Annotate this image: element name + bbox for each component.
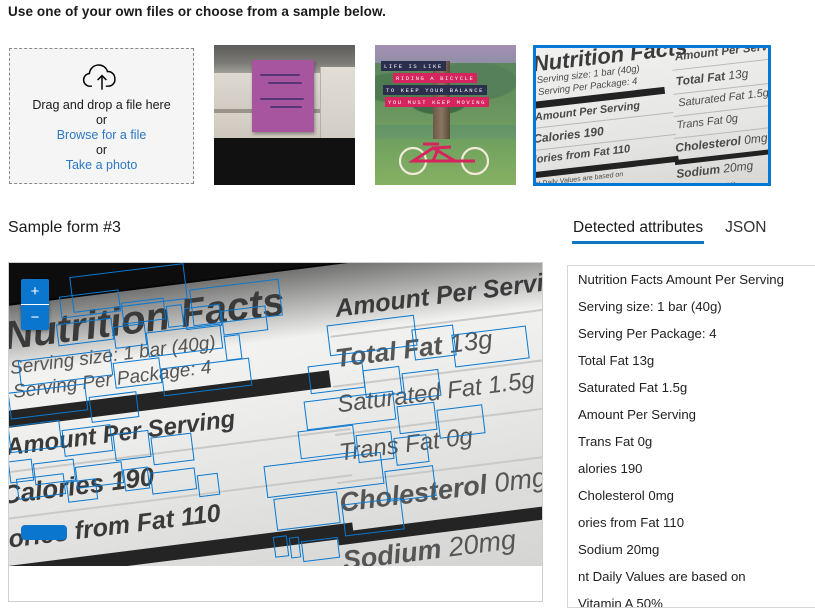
viewer-horizontal-scrollbar[interactable]	[21, 525, 67, 540]
list-item: Sodium 20mg	[578, 542, 660, 557]
list-item: Nutrition Facts Amount Per Serving	[578, 272, 784, 287]
detected-attributes-panel[interactable]: Nutrition Facts Amount Per Serving Servi…	[567, 265, 815, 608]
page-intro-text: Use one of your own files or choose from…	[8, 4, 386, 19]
zoom-out-button[interactable]: −	[21, 304, 49, 330]
tab-detected-attributes[interactable]: Detected attributes	[571, 219, 705, 244]
list-item: ories from Fat 110	[578, 515, 685, 530]
sample-thumbnail-bicycle-quote[interactable]: LIFE IS LIKE RIDING A BICYCLE TO KEEP YO…	[375, 45, 516, 185]
cloud-upload-icon	[81, 62, 123, 92]
bicycle-graphic	[398, 142, 490, 175]
dropzone-or-1: or	[95, 112, 108, 127]
list-item: Saturated Fat 1.5g	[578, 380, 688, 395]
app-root: Use one of your own files or choose from…	[0, 0, 815, 608]
sticky-note-graphic	[252, 60, 314, 132]
list-item: Trans Fat 0g	[578, 434, 653, 449]
take-a-photo-link[interactable]: Take a photo	[66, 158, 138, 173]
poster-line-3: TO KEEP YOUR BALANCE	[383, 85, 488, 95]
list-item: Serving size: 1 bar (40g)	[578, 299, 722, 314]
list-item: nt Daily Values are based on	[578, 569, 746, 584]
list-item: Amount Per Serving	[578, 407, 697, 422]
poster-line-2: RIDING A BICYCLE	[393, 73, 478, 83]
sample-thumbnail-sticky-note[interactable]	[214, 45, 355, 185]
sample-selection-row: Drag and drop a file here or Browse for …	[0, 45, 815, 186]
zoom-controls[interactable]: + −	[21, 279, 49, 330]
dropzone-primary-label: Drag and drop a file here	[32, 97, 171, 112]
list-item: Total Fat 13g	[578, 353, 655, 368]
list-item: Vitamin A 50%	[578, 596, 663, 608]
attributes-list: Nutrition Facts Amount Per Serving Servi…	[568, 266, 815, 608]
zoom-in-button[interactable]: +	[21, 279, 49, 304]
dropzone-or-2: or	[95, 142, 108, 157]
sample-thumbnail-nutrition-label[interactable]: Nutrition Facts Serving size: 1 bar (40g…	[533, 45, 771, 186]
tab-json[interactable]: JSON	[725, 219, 766, 244]
browse-for-file-link[interactable]: Browse for a file	[57, 128, 147, 143]
file-dropzone[interactable]: Drag and drop a file here or Browse for …	[9, 48, 194, 184]
poster-line-4: YOU MUST KEEP MOVING	[385, 97, 490, 107]
list-item: alories 190	[578, 461, 643, 476]
list-item: Serving Per Package: 4	[578, 326, 717, 341]
viewer-canvas[interactable]: Nutrition Facts Serving size: 1 bar (40g…	[9, 263, 542, 566]
viewer-footer-area	[9, 566, 542, 601]
nutrition-label-photo: Nutrition Facts Serving size: 1 bar (40g…	[9, 263, 542, 566]
list-item: Cholesterol 0mg	[578, 488, 675, 503]
results-tablist: Detected attributes JSON	[571, 219, 766, 244]
poster-line-1: LIFE IS LIKE	[381, 61, 446, 71]
page-title: Sample form #3	[8, 219, 121, 236]
document-image-viewer[interactable]: Nutrition Facts Serving size: 1 bar (40g…	[8, 262, 543, 602]
